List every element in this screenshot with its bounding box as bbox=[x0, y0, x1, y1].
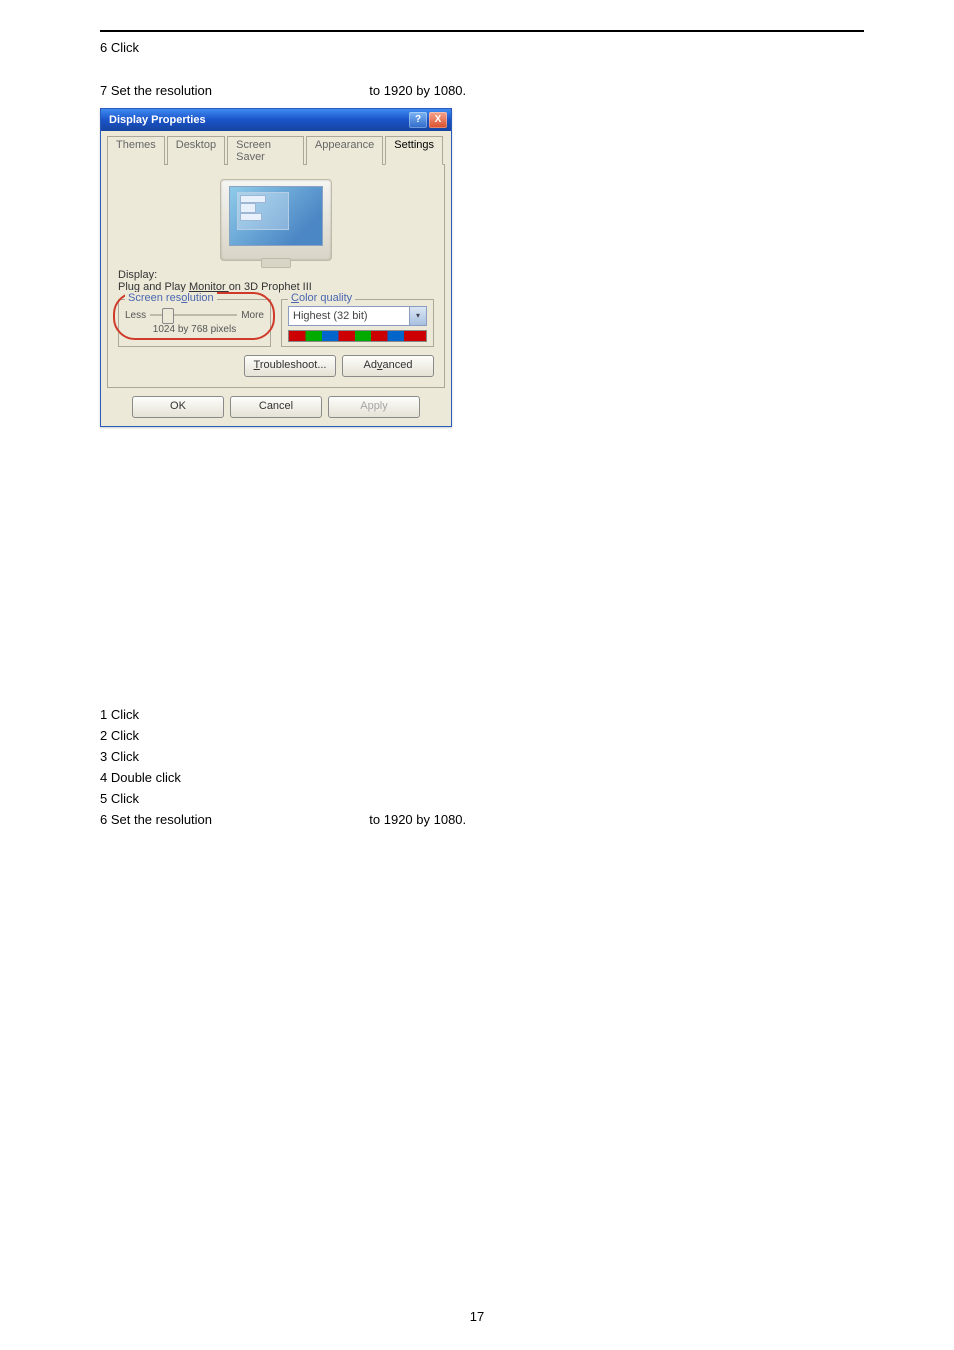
tab-settings[interactable]: Settings bbox=[385, 136, 443, 165]
help-button[interactable]: ? bbox=[409, 112, 427, 128]
cancel-button[interactable]: Cancel bbox=[230, 396, 322, 418]
settings-panel: Display: Plug and Play Monitor on 3D Pro… bbox=[107, 165, 445, 388]
troubleshoot-button[interactable]: Troubleshoot... bbox=[244, 355, 336, 377]
close-button[interactable]: X bbox=[429, 112, 447, 128]
less-label: Less bbox=[125, 310, 146, 321]
lower-step-6-prefix: 6 Set the resolution bbox=[100, 812, 212, 827]
lower-step-2: 2 Click bbox=[100, 728, 864, 743]
step-6: 6 Click bbox=[100, 40, 864, 55]
tab-screensaver[interactable]: Screen Saver bbox=[227, 136, 304, 165]
more-label: More bbox=[241, 310, 264, 321]
tab-appearance[interactable]: Appearance bbox=[306, 136, 383, 165]
step-7-suffix: to 1920 by 1080. bbox=[369, 83, 466, 98]
troubleshoot-rest: roubleshoot... bbox=[260, 359, 327, 371]
color-quality-legend: Color quality bbox=[288, 292, 355, 304]
lower-step-1: 1 Click bbox=[100, 707, 864, 722]
cq-legend-u: C bbox=[291, 292, 299, 304]
res-legend-suf: lution bbox=[187, 292, 213, 304]
color-bar bbox=[288, 330, 427, 342]
ok-button[interactable]: OK bbox=[132, 396, 224, 418]
tabs: Themes Desktop Screen Saver Appearance S… bbox=[107, 135, 445, 165]
adv-post: anced bbox=[382, 359, 412, 371]
apply-button[interactable]: Apply bbox=[328, 396, 420, 418]
tab-themes[interactable]: Themes bbox=[107, 136, 165, 165]
display-properties-dialog: Display Properties ? X Themes Desktop Sc… bbox=[100, 108, 452, 427]
cq-legend-suf: olor quality bbox=[299, 292, 352, 304]
combo-dropdown-icon[interactable]: ▾ bbox=[409, 307, 426, 325]
monitor-preview bbox=[206, 179, 346, 261]
titlebar[interactable]: Display Properties ? X bbox=[101, 109, 451, 131]
screen-resolution-group: Screen resolution Less More 1024 by 7 bbox=[118, 299, 271, 347]
lower-step-6: 6 Set the resolution to 1920 by 1080. bbox=[100, 812, 864, 827]
lower-step-6-suffix: to 1920 by 1080. bbox=[369, 812, 466, 827]
resolution-value: 1024 by 768 pixels bbox=[125, 324, 264, 335]
color-quality-group: Color quality Highest (32 bit) ▾ bbox=[281, 299, 434, 347]
resolution-legend: Screen resolution bbox=[125, 292, 217, 304]
resolution-slider[interactable] bbox=[150, 308, 237, 322]
res-legend-pre: Screen res bbox=[128, 292, 181, 304]
page-number: 17 bbox=[0, 1309, 954, 1324]
titlebar-title: Display Properties bbox=[109, 114, 407, 126]
lower-step-3: 3 Click bbox=[100, 749, 864, 764]
color-quality-value: Highest (32 bit) bbox=[289, 310, 409, 322]
color-quality-combo[interactable]: Highest (32 bit) ▾ bbox=[288, 306, 427, 326]
lower-step-5: 5 Click bbox=[100, 791, 864, 806]
step-7-prefix: 7 Set the resolution bbox=[100, 83, 212, 98]
top-rule bbox=[100, 30, 864, 32]
adv-pre: Ad bbox=[364, 359, 377, 371]
step-7: 7 Set the resolution to 1920 by 1080. bbox=[100, 83, 864, 98]
advanced-button[interactable]: Advanced bbox=[342, 355, 434, 377]
display-label: Display: bbox=[118, 269, 434, 281]
lower-step-4: 4 Double click bbox=[100, 770, 864, 785]
tab-desktop[interactable]: Desktop bbox=[167, 136, 225, 165]
lower-step-list: 1 Click 2 Click 3 Click 4 Double click 5… bbox=[100, 707, 864, 827]
